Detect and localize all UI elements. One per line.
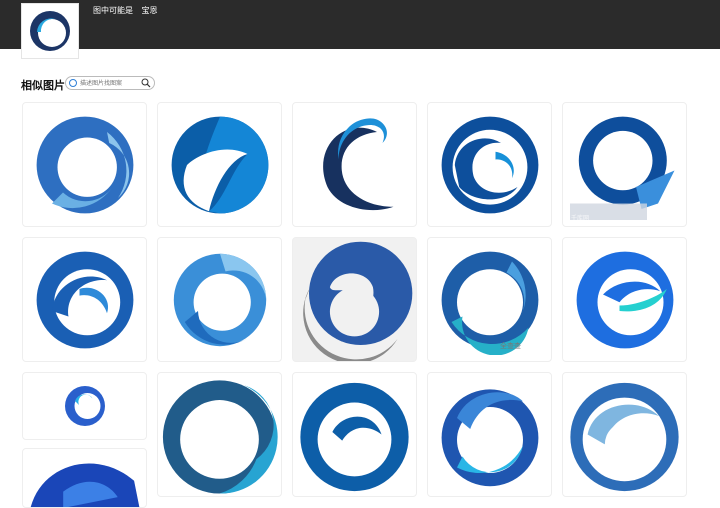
result-image-15[interactable] bbox=[562, 372, 687, 497]
result-image-11[interactable] bbox=[22, 372, 147, 440]
watermark-text: 全查查 bbox=[500, 342, 521, 350]
image-search-box[interactable] bbox=[65, 76, 155, 90]
camera-icon[interactable] bbox=[69, 79, 77, 87]
swirl-logo-13 bbox=[300, 382, 409, 492]
search-input[interactable] bbox=[80, 78, 140, 88]
result-image-9[interactable]: 全查查 bbox=[427, 237, 552, 362]
result-image-6[interactable] bbox=[22, 237, 147, 362]
swirl-logo-3 bbox=[322, 117, 393, 210]
result-image-1[interactable] bbox=[22, 102, 147, 227]
swirl-logo-5 bbox=[569, 116, 674, 220]
guess-label: 图中可能是 bbox=[93, 6, 133, 15]
query-image-thumbnail[interactable] bbox=[21, 3, 79, 59]
section-title: 相似图片 bbox=[21, 79, 65, 92]
result-image-5[interactable]: 千库网 bbox=[562, 102, 687, 227]
swirl-logo-10 bbox=[576, 251, 673, 348]
swirl-logo-7 bbox=[173, 253, 266, 346]
image-guess: 图中可能是 宝恩 bbox=[93, 5, 164, 16]
search-icon[interactable] bbox=[141, 78, 151, 88]
swirl-logo-16 bbox=[30, 463, 139, 507]
result-image-12[interactable] bbox=[157, 372, 282, 497]
result-image-4[interactable] bbox=[427, 102, 552, 227]
query-logo-image bbox=[30, 11, 70, 51]
result-image-8[interactable] bbox=[292, 237, 417, 362]
result-image-13[interactable] bbox=[292, 372, 417, 497]
swirl-logo-9 bbox=[441, 251, 538, 355]
swirl-logo-11 bbox=[64, 386, 105, 426]
result-image-7[interactable] bbox=[157, 237, 282, 362]
result-image-16[interactable] bbox=[22, 448, 147, 508]
swirl-logo-15 bbox=[570, 382, 679, 492]
swirl-logo-1 bbox=[36, 116, 133, 213]
result-image-14[interactable] bbox=[427, 372, 552, 497]
result-image-10[interactable] bbox=[562, 237, 687, 362]
swirl-logo-2 bbox=[171, 116, 268, 213]
top-bar: 图中可能是 宝恩 bbox=[0, 0, 720, 59]
swirl-logo-8 bbox=[303, 241, 413, 361]
swirl-logo-14 bbox=[441, 389, 538, 487]
result-image-2[interactable] bbox=[157, 102, 282, 227]
swirl-logo-12 bbox=[162, 380, 278, 494]
result-image-3[interactable] bbox=[292, 102, 417, 227]
swirl-logo-6 bbox=[36, 251, 133, 348]
watermark-text: 千库网 bbox=[571, 215, 590, 222]
guess-value[interactable]: 宝恩 bbox=[142, 6, 158, 15]
swirl-logo-4 bbox=[441, 116, 538, 213]
